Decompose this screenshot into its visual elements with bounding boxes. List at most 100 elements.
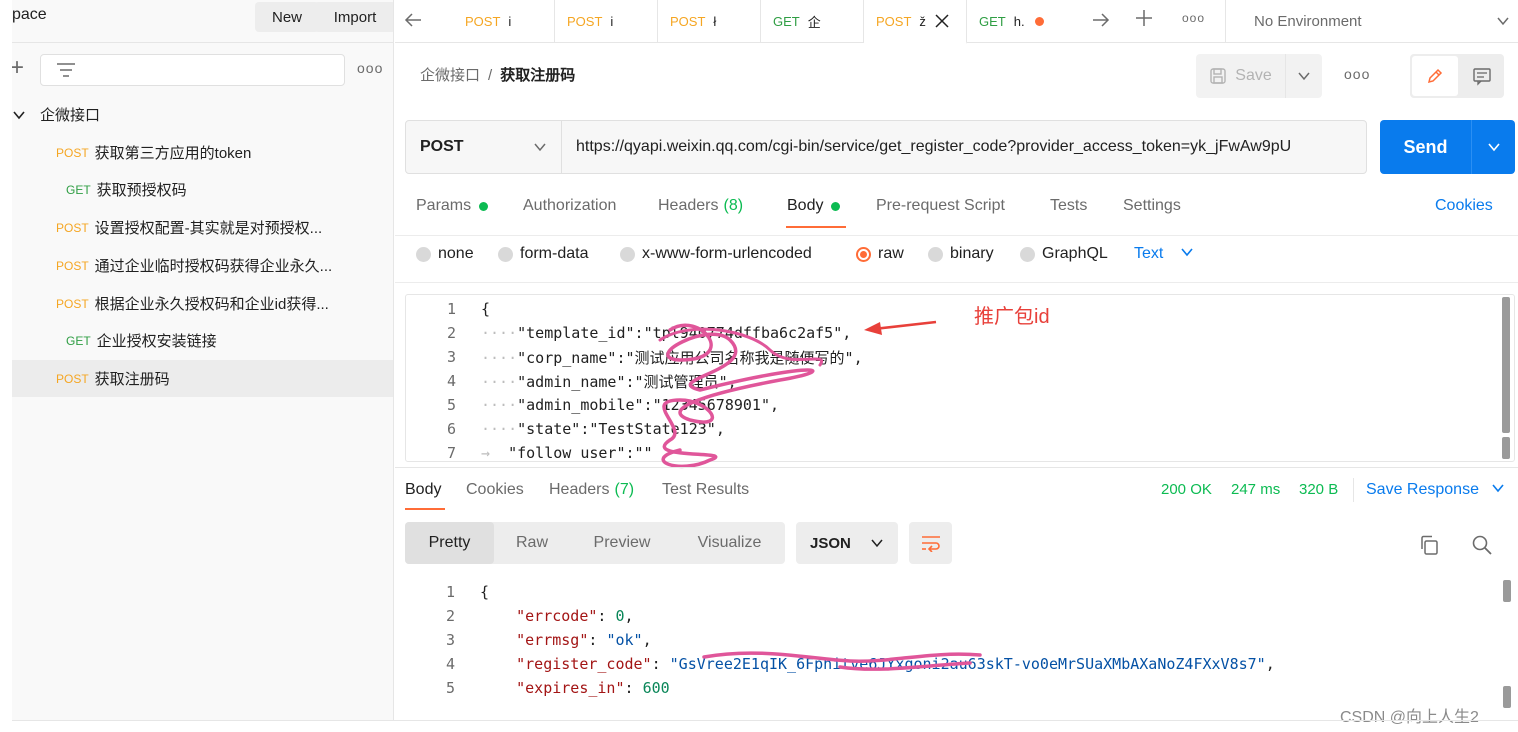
response-time[interactable]: 247 ms — [1231, 481, 1280, 498]
sidebar-request-item[interactable]: GET 企业授权安装链接 — [12, 322, 393, 359]
sidebar-request-item[interactable]: POST 获取第三方应用的token — [12, 134, 393, 171]
save-options-button[interactable] — [1286, 69, 1322, 83]
tab-settings[interactable]: Settings — [1123, 197, 1181, 215]
environment-select[interactable]: No Environment — [1225, 0, 1518, 43]
tab-body[interactable]: Body — [787, 197, 841, 215]
save-button[interactable]: Save — [1196, 54, 1286, 98]
sidebar-more-icon[interactable]: ooo — [357, 60, 383, 76]
request-tab-active[interactable]: POST ž — [864, 0, 967, 44]
view-raw[interactable]: Raw — [494, 522, 570, 564]
request-tab[interactable]: GET h. — [967, 0, 1070, 43]
sidebar-request-item-selected[interactable]: POST 获取注册码 — [12, 360, 393, 397]
breadcrumb-parent[interactable]: 企微接口 — [420, 67, 480, 84]
chevron-down-icon — [534, 143, 546, 152]
sidebar-request-item[interactable]: POST 根据企业永久授权码和企业id获得... — [12, 285, 393, 322]
vertical-scrollbar[interactable] — [1502, 297, 1510, 433]
chevron-down-icon — [13, 110, 25, 119]
tab-tests[interactable]: Tests — [1050, 197, 1087, 215]
response-tab-headers[interactable]: Headers (7) — [549, 481, 634, 499]
save-response-label: Save Response — [1366, 481, 1479, 498]
code-text: { — [480, 583, 490, 601]
url-input[interactable]: https://qyapi.weixin.qq.com/cgi-bin/serv… — [562, 121, 1366, 173]
view-visualize[interactable]: Visualize — [674, 522, 785, 564]
headers-count: (7) — [614, 481, 635, 498]
annotation-label: 推广包id — [974, 306, 1050, 328]
chevron-down-icon — [871, 539, 883, 548]
copy-icon[interactable] — [1418, 534, 1440, 556]
view-preview[interactable]: Preview — [570, 522, 674, 564]
radio-urlencoded[interactable]: x-www-form-urlencoded — [620, 245, 812, 263]
json-key: "register_code" — [516, 655, 652, 673]
response-status[interactable]: 200 OK — [1161, 481, 1212, 498]
method-select[interactable]: POST — [406, 121, 562, 173]
sidebar-request-item[interactable]: POST 通过企业临时授权码获得企业永久... — [12, 247, 393, 284]
workspace-title: pace — [12, 6, 47, 23]
close-icon[interactable] — [934, 13, 950, 29]
sidebar-request-item[interactable]: POST 设置授权配置-其实就是对预授权... — [12, 209, 393, 246]
tab-headers[interactable]: Headers (8) — [658, 197, 743, 215]
edit-mode-button[interactable] — [1412, 56, 1458, 96]
collection-folder[interactable]: 企微接口 — [12, 96, 393, 133]
tab-name: 企 — [807, 15, 821, 30]
request-more-icon[interactable]: ooo — [1344, 66, 1370, 82]
scrollbar-thumb[interactable] — [1502, 437, 1510, 459]
filter-icon — [57, 63, 75, 77]
save-response-button[interactable]: Save Response — [1366, 481, 1505, 499]
radio-raw[interactable]: raw — [856, 245, 904, 263]
request-name: 根据企业永久授权码和企业id获得... — [94, 296, 329, 313]
wrap-lines-button[interactable] — [909, 522, 952, 564]
active-tab-indicator — [405, 508, 445, 510]
arrow-left-icon[interactable] — [403, 10, 423, 30]
request-tab[interactable]: GET 企 — [761, 0, 864, 43]
divider — [12, 720, 1518, 721]
status-dot-icon — [479, 201, 489, 211]
request-tab[interactable]: POST ł — [658, 0, 761, 43]
tab-prerequest[interactable]: Pre-request Script — [876, 197, 1005, 215]
chevron-down-icon — [1181, 248, 1193, 257]
response-tab-body[interactable]: Body — [405, 481, 441, 499]
tab-authorization[interactable]: Authorization — [523, 197, 616, 215]
tab-method: POST — [670, 14, 706, 29]
radio-label: none — [438, 245, 474, 262]
cookies-link[interactable]: Cookies — [1435, 197, 1493, 215]
body-language-select[interactable]: Text — [1134, 245, 1194, 263]
watermark: CSDN @向上人生2 — [1340, 709, 1479, 726]
scrollbar-thumb[interactable] — [1503, 686, 1511, 708]
new-tab-plus-icon[interactable] — [1134, 8, 1154, 28]
request-tab[interactable]: POST i — [555, 0, 658, 43]
add-collection-icon[interactable]: + — [12, 56, 24, 80]
radio-none[interactable]: none — [416, 245, 474, 263]
chevron-down-icon — [1298, 72, 1310, 81]
sidebar-filter-input[interactable] — [40, 54, 345, 86]
tab-method: POST — [567, 14, 603, 29]
request-tab[interactable]: POST i — [453, 0, 555, 43]
send-options-button[interactable] — [1472, 120, 1515, 174]
arrow-right-icon[interactable] — [1091, 10, 1111, 30]
status-dot-icon — [831, 201, 841, 211]
response-format-select[interactable]: JSON — [796, 522, 898, 564]
radio-binary[interactable]: binary — [928, 245, 994, 263]
new-button[interactable]: New — [255, 2, 319, 32]
request-body-editor[interactable]: 1{ 2 ····"template_id":"tpl940774dffba6c2… — [405, 294, 1515, 462]
radio-graphql[interactable]: GraphQL — [1020, 245, 1108, 263]
vertical-scrollbar[interactable] — [1503, 580, 1511, 602]
tabs-more-icon[interactable]: ooo — [1182, 11, 1205, 25]
search-icon[interactable] — [1471, 534, 1493, 556]
view-pretty[interactable]: Pretty — [405, 522, 494, 564]
response-tab-cookies[interactable]: Cookies — [466, 481, 524, 499]
response-size[interactable]: 320 B — [1299, 481, 1338, 498]
docs-mode-button[interactable] — [1460, 54, 1504, 98]
headers-count: (8) — [723, 197, 744, 214]
method-badge: POST — [56, 296, 89, 311]
response-tab-test-results[interactable]: Test Results — [662, 481, 749, 499]
tab-label: Params — [416, 197, 472, 214]
radio-label: binary — [950, 245, 994, 262]
send-button[interactable]: Send — [1380, 120, 1472, 174]
radio-circle-selected — [856, 246, 871, 262]
import-button[interactable]: Import — [314, 2, 393, 32]
radio-form-data[interactable]: form-data — [498, 245, 588, 263]
sidebar-request-item[interactable]: GET 获取预授权码 — [12, 171, 393, 208]
radio-label: x-www-form-urlencoded — [642, 245, 812, 262]
breadcrumb-current[interactable]: 获取注册码 — [500, 67, 575, 84]
tab-params[interactable]: Params — [416, 197, 489, 215]
